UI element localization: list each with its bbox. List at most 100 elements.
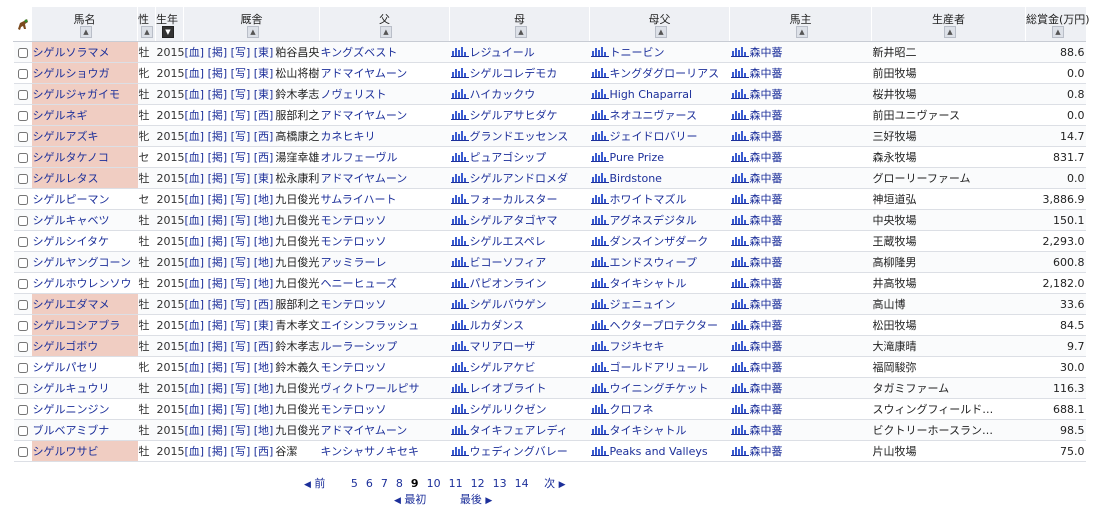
damsire-link[interactable]: ネオユニヴァース bbox=[610, 109, 697, 122]
damsire-link[interactable]: ヘクタープロテクター bbox=[610, 319, 718, 332]
row-select-checkbox[interactable] bbox=[17, 257, 28, 268]
damsire-link[interactable]: ジェイドロバリー bbox=[610, 130, 698, 143]
damsire-link[interactable]: ウイニングチケット bbox=[610, 382, 709, 395]
owner-link[interactable]: 森中蕃 bbox=[750, 46, 783, 59]
col-owner[interactable]: 馬主 ▲ bbox=[729, 7, 872, 42]
info-tags-links[interactable]: [血] [掲] [写] [西] bbox=[185, 445, 274, 458]
owner-link[interactable]: 森中蕃 bbox=[750, 172, 783, 185]
info-tags-links[interactable]: [血] [掲] [写] [西] bbox=[185, 298, 274, 311]
horse-name-link[interactable]: シゲルキャベツ bbox=[31, 209, 138, 231]
page-link[interactable]: 12 bbox=[471, 477, 485, 490]
damsire-link[interactable]: タイキシャトル bbox=[610, 424, 687, 437]
dam-link[interactable]: シゲルアタゴヤマ bbox=[470, 214, 558, 227]
damsire-link[interactable]: Peaks and Valleys bbox=[610, 445, 708, 458]
dam-link[interactable]: シゲルリクゼン bbox=[470, 403, 547, 416]
row-select-checkbox[interactable] bbox=[17, 278, 28, 289]
sire-link[interactable]: エイシンフラッシュ bbox=[319, 314, 450, 336]
owner-link[interactable]: 森中蕃 bbox=[750, 151, 783, 164]
damsire-link[interactable]: Birdstone bbox=[610, 172, 662, 185]
info-tags-links[interactable]: [血] [掲] [写] [地] bbox=[185, 277, 274, 290]
dam-link[interactable]: ウェディングバレー bbox=[470, 445, 568, 458]
sire-link[interactable]: ヴィクトワールピサ bbox=[319, 377, 450, 399]
owner-link[interactable]: 森中蕃 bbox=[750, 130, 783, 143]
owner-link[interactable]: 森中蕃 bbox=[750, 424, 783, 437]
damsire-link[interactable]: ダンスインザダーク bbox=[610, 235, 709, 248]
sire-link[interactable]: アドマイヤムーン bbox=[319, 419, 450, 441]
owner-link[interactable]: 森中蕃 bbox=[750, 277, 783, 290]
info-tags-links[interactable]: [血] [掲] [写] [地] bbox=[185, 424, 274, 437]
info-tags-links[interactable]: [血] [掲] [写] [西] bbox=[185, 130, 274, 143]
page-link[interactable]: 7 bbox=[381, 477, 388, 490]
owner-link[interactable]: 森中蕃 bbox=[750, 256, 783, 269]
horse-name-link[interactable]: シゲルショウガ bbox=[31, 62, 138, 84]
horse-name-link[interactable]: シゲルソラマメ bbox=[31, 41, 138, 63]
sire-link[interactable]: モンテロッソ bbox=[319, 209, 450, 231]
row-select-checkbox[interactable] bbox=[17, 68, 28, 79]
dam-link[interactable]: ルカダンス bbox=[470, 319, 524, 332]
horse-name-link[interactable]: シゲルゴボウ bbox=[31, 335, 138, 357]
dam-link[interactable]: パピオンライン bbox=[470, 277, 547, 290]
horse-name-link[interactable]: シゲルエダマメ bbox=[31, 293, 138, 315]
damsire-link[interactable]: キングダグローリアス bbox=[610, 67, 720, 80]
damsire-link[interactable]: アグネスデジタル bbox=[610, 214, 697, 227]
info-tags-links[interactable]: [血] [掲] [写] [地] bbox=[185, 214, 274, 227]
owner-link[interactable]: 森中蕃 bbox=[750, 214, 783, 227]
owner-link[interactable]: 森中蕃 bbox=[750, 67, 783, 80]
prev-page-link[interactable]: ◀ 前 bbox=[304, 477, 325, 490]
row-select-checkbox[interactable] bbox=[17, 173, 28, 184]
row-select-checkbox[interactable] bbox=[17, 362, 28, 373]
row-select-checkbox[interactable] bbox=[17, 299, 28, 310]
horse-name-link[interactable]: シゲルパセリ bbox=[31, 356, 138, 378]
horse-name-link[interactable]: シゲルキュウリ bbox=[31, 377, 138, 399]
horse-name-link[interactable]: ブルベアミブナ bbox=[31, 419, 138, 441]
last-page-link[interactable]: 最後 ▶ bbox=[460, 493, 492, 506]
row-select-checkbox[interactable] bbox=[17, 152, 28, 163]
dam-link[interactable]: マリアローザ bbox=[470, 340, 536, 353]
horse-name-link[interactable]: シゲルピーマン bbox=[31, 188, 138, 210]
damsire-link[interactable]: Pure Prize bbox=[610, 151, 665, 164]
info-tags-links[interactable]: [血] [掲] [写] [東] bbox=[185, 46, 274, 59]
row-select-checkbox[interactable] bbox=[17, 236, 28, 247]
sort-damsire-button[interactable]: ▲ bbox=[655, 26, 667, 38]
sort-trainer-button[interactable]: ▲ bbox=[247, 26, 259, 38]
page-link[interactable]: 6 bbox=[366, 477, 373, 490]
owner-link[interactable]: 森中蕃 bbox=[750, 109, 783, 122]
damsire-link[interactable]: エンドスウィープ bbox=[610, 256, 697, 269]
row-select-checkbox[interactable] bbox=[17, 341, 28, 352]
horse-name-link[interactable]: シゲルコシアブラ bbox=[31, 314, 138, 336]
sire-link[interactable]: ノヴェリスト bbox=[319, 83, 450, 105]
sire-link[interactable]: キンシャサノキセキ bbox=[319, 440, 450, 462]
dam-link[interactable]: シゲルアンドロメダ bbox=[470, 172, 569, 185]
col-sex[interactable]: 性 ▲ bbox=[137, 7, 156, 42]
row-select-checkbox[interactable] bbox=[17, 320, 28, 331]
row-select-checkbox[interactable] bbox=[17, 404, 28, 415]
damsire-link[interactable]: ゴールドアリュール bbox=[610, 361, 709, 374]
horse-name-link[interactable]: シゲルヤングコーン bbox=[31, 251, 138, 273]
owner-link[interactable]: 森中蕃 bbox=[750, 361, 783, 374]
dam-link[interactable]: シゲルコレデモカ bbox=[470, 67, 558, 80]
dam-link[interactable]: ハイカックウ bbox=[470, 88, 536, 101]
owner-link[interactable]: 森中蕃 bbox=[750, 235, 783, 248]
row-select-checkbox[interactable] bbox=[17, 215, 28, 226]
sire-link[interactable]: カネヒキリ bbox=[319, 125, 450, 147]
owner-link[interactable]: 森中蕃 bbox=[750, 319, 783, 332]
damsire-link[interactable]: クロフネ bbox=[610, 403, 654, 416]
info-tags-links[interactable]: [血] [掲] [写] [東] bbox=[185, 88, 274, 101]
owner-link[interactable]: 森中蕃 bbox=[750, 193, 783, 206]
sort-sire-button[interactable]: ▲ bbox=[380, 26, 392, 38]
info-tags-links[interactable]: [血] [掲] [写] [東] bbox=[185, 172, 274, 185]
horse-name-link[interactable]: シゲルタケノコ bbox=[31, 146, 138, 168]
sire-link[interactable]: モンテロッソ bbox=[319, 293, 450, 315]
dam-link[interactable]: ピュアゴシップ bbox=[470, 151, 547, 164]
row-select-checkbox[interactable] bbox=[17, 47, 28, 58]
sire-link[interactable]: アッミラーレ bbox=[319, 251, 450, 273]
info-tags-links[interactable]: [血] [掲] [写] [西] bbox=[185, 109, 274, 122]
sire-link[interactable]: モンテロッソ bbox=[319, 356, 450, 378]
owner-link[interactable]: 森中蕃 bbox=[750, 340, 783, 353]
col-trainer[interactable]: 厩舎 ▲ bbox=[183, 7, 320, 42]
horse-name-link[interactable]: シゲルアズキ bbox=[31, 125, 138, 147]
sort-sex-button[interactable]: ▲ bbox=[141, 26, 153, 38]
info-tags-links[interactable]: [血] [掲] [写] [地] bbox=[185, 235, 274, 248]
sire-link[interactable]: アドマイヤムーン bbox=[319, 104, 450, 126]
row-select-checkbox[interactable] bbox=[17, 383, 28, 394]
